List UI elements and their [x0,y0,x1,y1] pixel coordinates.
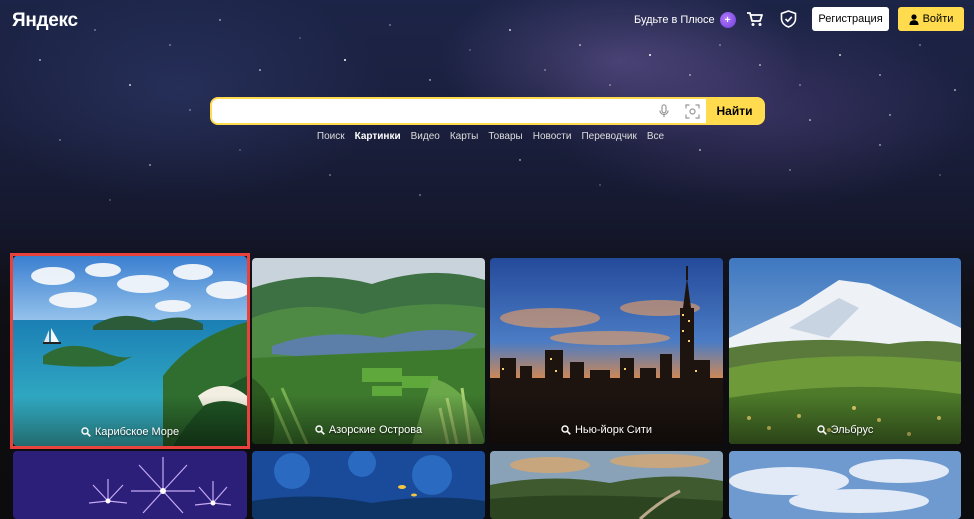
valley-image [490,451,723,519]
service-link-goods[interactable]: Товары [488,131,522,142]
tile-caption: Эльбрус [729,424,961,436]
search-button[interactable]: Найти [706,99,763,123]
image-tile-sky[interactable] [729,451,961,519]
service-link-images[interactable]: Картинки [355,131,401,142]
image-tile-underwater[interactable] [252,451,485,519]
register-button[interactable]: Регистрация [812,7,889,31]
image-search-icon[interactable] [678,99,706,123]
image-tile-fireworks[interactable] [13,451,247,519]
service-link-maps[interactable]: Карты [450,131,479,142]
tile-shade [13,396,247,446]
image-tile-valley[interactable] [490,451,723,519]
search-icon [561,425,571,435]
image-tile-caribbean[interactable]: Карибское Море [13,256,247,446]
sky-image [729,451,961,519]
search-icon [315,425,325,435]
plus-promo-link[interactable]: Будьте в Плюсе + [634,12,736,28]
search-input[interactable] [212,99,650,123]
tile-caption-text: Карибское Море [94,426,180,438]
yandex-logo[interactable]: Яндекс [12,10,78,32]
services-nav: Поиск Картинки Видео Карты Товары Новост… [0,131,974,142]
shield-icon[interactable] [780,10,797,28]
fireworks-image [13,451,247,519]
search-bar: Найти [210,97,765,125]
search-icon [816,425,827,435]
image-tile-new-york[interactable]: Нью-йорк Сити [490,258,723,444]
service-link-search[interactable]: Поиск [317,131,345,142]
login-button[interactable]: Войти [898,7,964,31]
tile-shade [490,394,723,444]
tile-caption-text: Нью-йорк Сити [574,424,653,436]
tile-shade [252,394,485,444]
service-link-video[interactable]: Видео [411,131,440,142]
tile-caption: Карибское Море [13,426,247,438]
tile-caption: Нью-йорк Сити [490,424,723,436]
search-icon [81,427,91,437]
service-link-translate[interactable]: Переводчик [581,131,636,142]
tile-caption-text: Эльбрус [830,424,874,436]
underwater-image [252,451,485,519]
cart-icon[interactable] [746,11,764,27]
microphone-icon[interactable] [650,99,678,123]
image-tile-elbrus[interactable]: Эльбрус [729,258,961,444]
tile-caption-text: Азорские Острова [328,424,423,436]
user-icon [909,13,919,25]
tile-shade [729,394,961,444]
login-label: Войти [922,13,954,25]
service-link-all[interactable]: Все [647,131,664,142]
plus-promo-label: Будьте в Плюсе [634,14,715,26]
tile-caption: Азорские Острова [252,424,485,436]
service-link-news[interactable]: Новости [533,131,572,142]
image-tile-azores[interactable]: Азорские Острова [252,258,485,444]
plus-icon: + [719,12,736,28]
